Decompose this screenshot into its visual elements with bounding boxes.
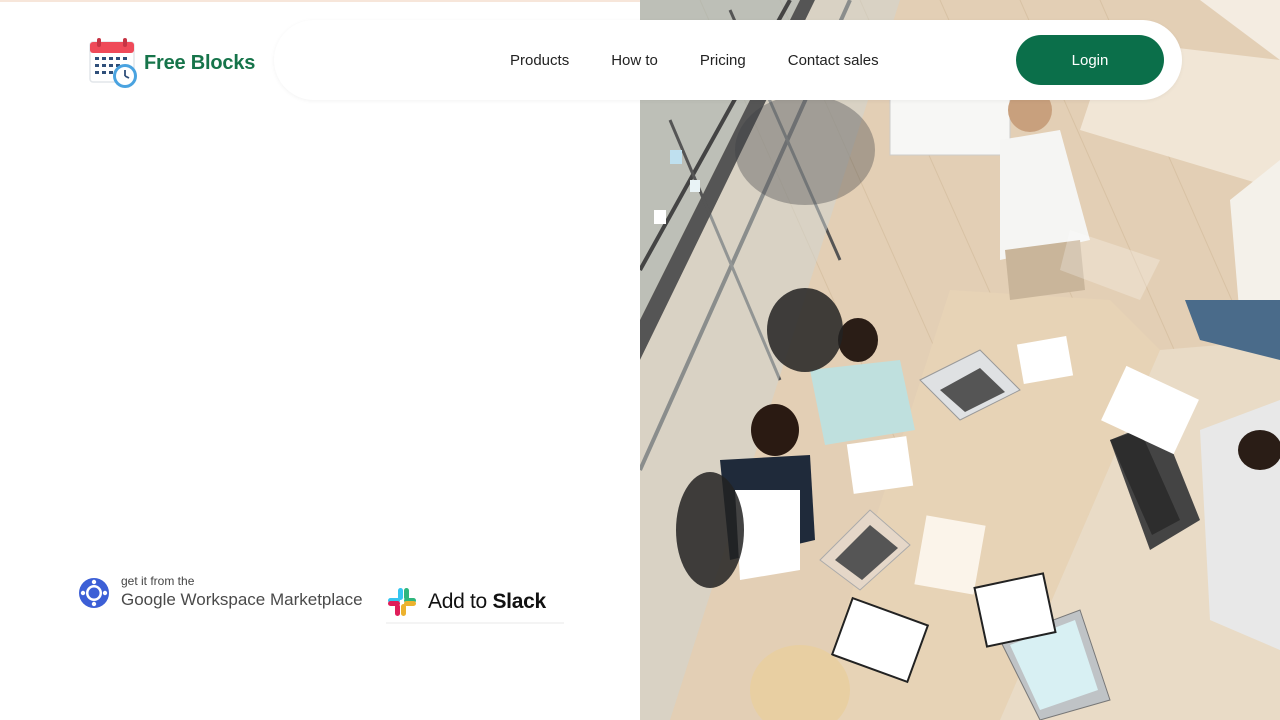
google-badge-title: Google Workspace Marketplace [121, 590, 363, 609]
hero-image [640, 0, 1280, 720]
google-workspace-badge[interactable]: get it from the Google Workspace Marketp… [78, 574, 363, 611]
calendar-clock-icon [88, 36, 140, 90]
nav-link-contact-sales[interactable]: Contact sales [788, 52, 879, 69]
brand-name: Free Blocks [144, 51, 256, 74]
nav-link-how-to[interactable]: How to [611, 52, 658, 69]
brand-logo[interactable]: Free Blocks [88, 36, 255, 90]
slack-badge-label: Add to Slack [428, 590, 546, 613]
top-navigation: Products How to Pricing Contact sales Lo… [274, 20, 1182, 100]
slack-icon [386, 586, 418, 618]
nav-link-pricing[interactable]: Pricing [700, 52, 746, 69]
nav-links: Products How to Pricing Contact sales [510, 20, 921, 100]
add-to-slack-button[interactable]: Add to Slack [386, 582, 564, 624]
nav-link-products[interactable]: Products [510, 52, 569, 69]
google-badge-caption: get it from the [121, 574, 195, 588]
login-button[interactable]: Login [1016, 35, 1164, 85]
google-workspace-icon [78, 577, 110, 609]
